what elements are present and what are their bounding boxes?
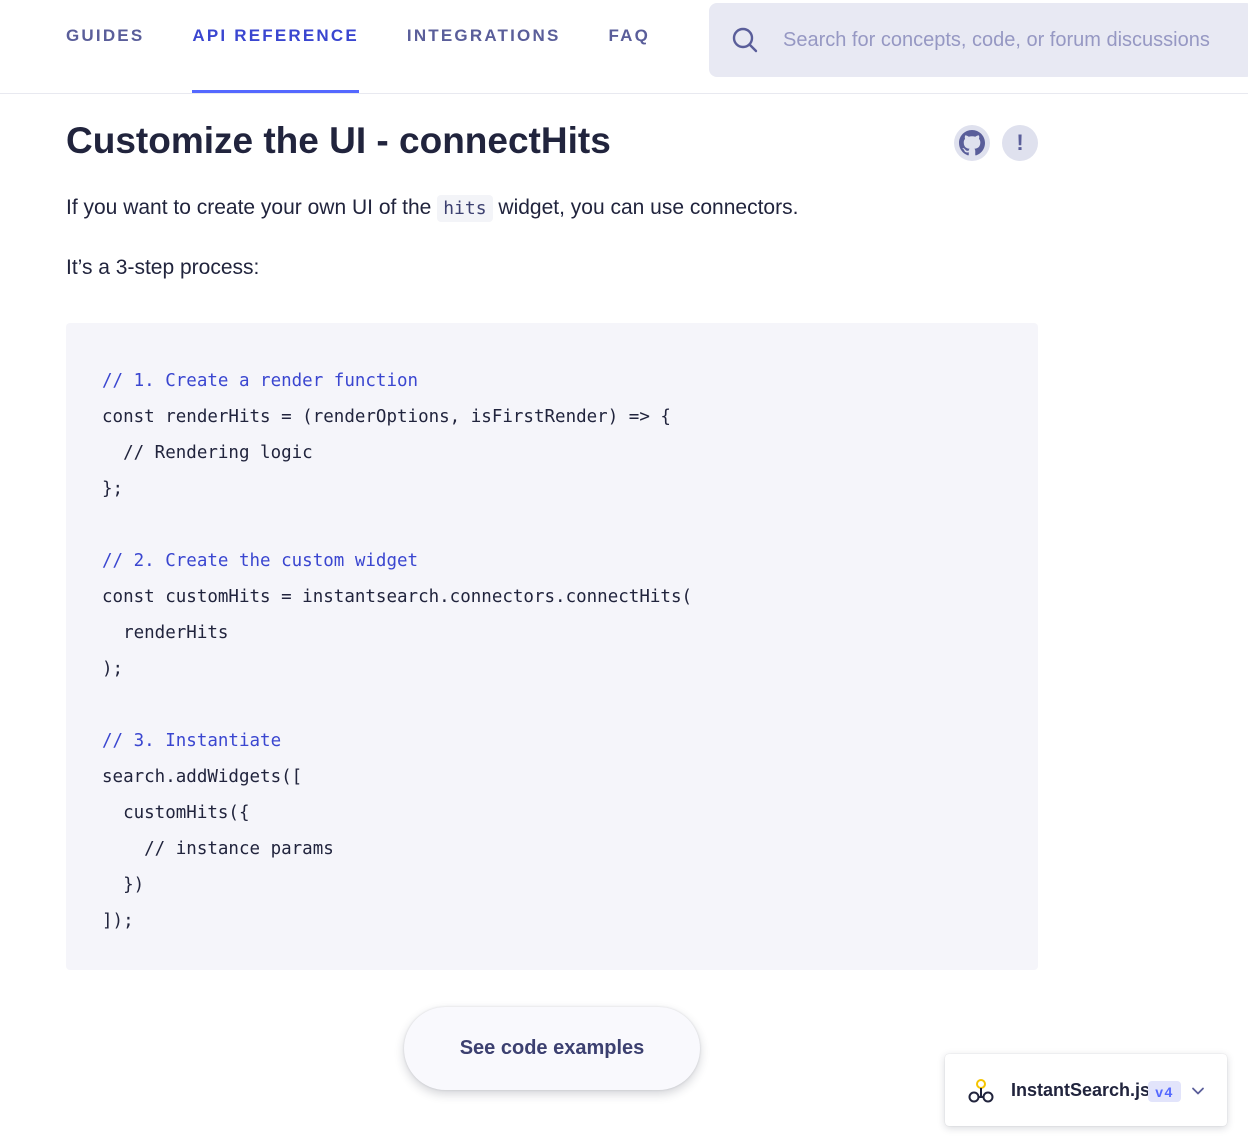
chevron-down-icon	[1192, 1087, 1204, 1095]
code-content: // 1. Create a render function const ren…	[102, 363, 692, 939]
exclamation-icon: !	[1016, 130, 1024, 155]
search-input[interactable]	[783, 23, 1243, 57]
code-line: };	[102, 479, 124, 499]
search-icon	[732, 27, 758, 53]
inline-code-hits: hits	[437, 195, 493, 222]
nav-item-guides[interactable]: GUIDES	[66, 0, 144, 93]
report-issue-button[interactable]: !	[1002, 125, 1038, 161]
version-badge: v4	[1148, 1081, 1181, 1102]
code-block: // 1. Create a render function const ren…	[66, 323, 1038, 970]
code-line: // instance params	[102, 839, 334, 859]
intro-text-after: widget, you can use connectors.	[492, 196, 799, 219]
code-line: const customHits = instantsearch.connect…	[102, 587, 693, 607]
code-line: const renderHits = (renderOptions, isFir…	[102, 407, 671, 427]
code-line: ]);	[102, 911, 134, 931]
nav-item-faq[interactable]: FAQ	[609, 0, 651, 93]
main-nav: GUIDES API REFERENCE INTEGRATIONS FAQ	[66, 0, 698, 93]
code-line: );	[102, 659, 124, 679]
code-line: // Rendering logic	[102, 443, 313, 463]
intro-text-before: If you want to create your own UI of the	[66, 196, 438, 219]
code-line: // 1. Create a render function	[102, 371, 419, 391]
version-switcher[interactable]: InstantSearch.js v4	[945, 1054, 1227, 1126]
page-title: Customize the UI - connectHits	[66, 120, 611, 161]
nav-item-api-reference[interactable]: API REFERENCE	[192, 0, 359, 93]
code-line: search.addWidgets([	[102, 767, 303, 787]
top-navigation-bar: GUIDES API REFERENCE INTEGRATIONS FAQ	[0, 0, 1248, 94]
code-line: // 2. Create the custom widget	[102, 551, 419, 571]
code-line: })	[102, 875, 145, 895]
code-line: // 3. Instantiate	[102, 731, 282, 751]
intro-paragraph: If you want to create your own UI of the…	[66, 195, 799, 222]
code-line: customHits({	[102, 803, 250, 823]
nav-item-integrations[interactable]: INTEGRATIONS	[407, 0, 561, 93]
library-name: InstantSearch.js	[1011, 1080, 1151, 1100]
github-icon	[959, 130, 985, 156]
instantsearch-logo-icon	[968, 1079, 994, 1103]
github-button[interactable]	[954, 125, 990, 161]
code-line: renderHits	[102, 623, 229, 643]
see-code-examples-button[interactable]: See code examples	[404, 1007, 700, 1090]
search-box[interactable]	[709, 3, 1248, 77]
steps-paragraph: It’s a 3-step process:	[66, 256, 260, 279]
